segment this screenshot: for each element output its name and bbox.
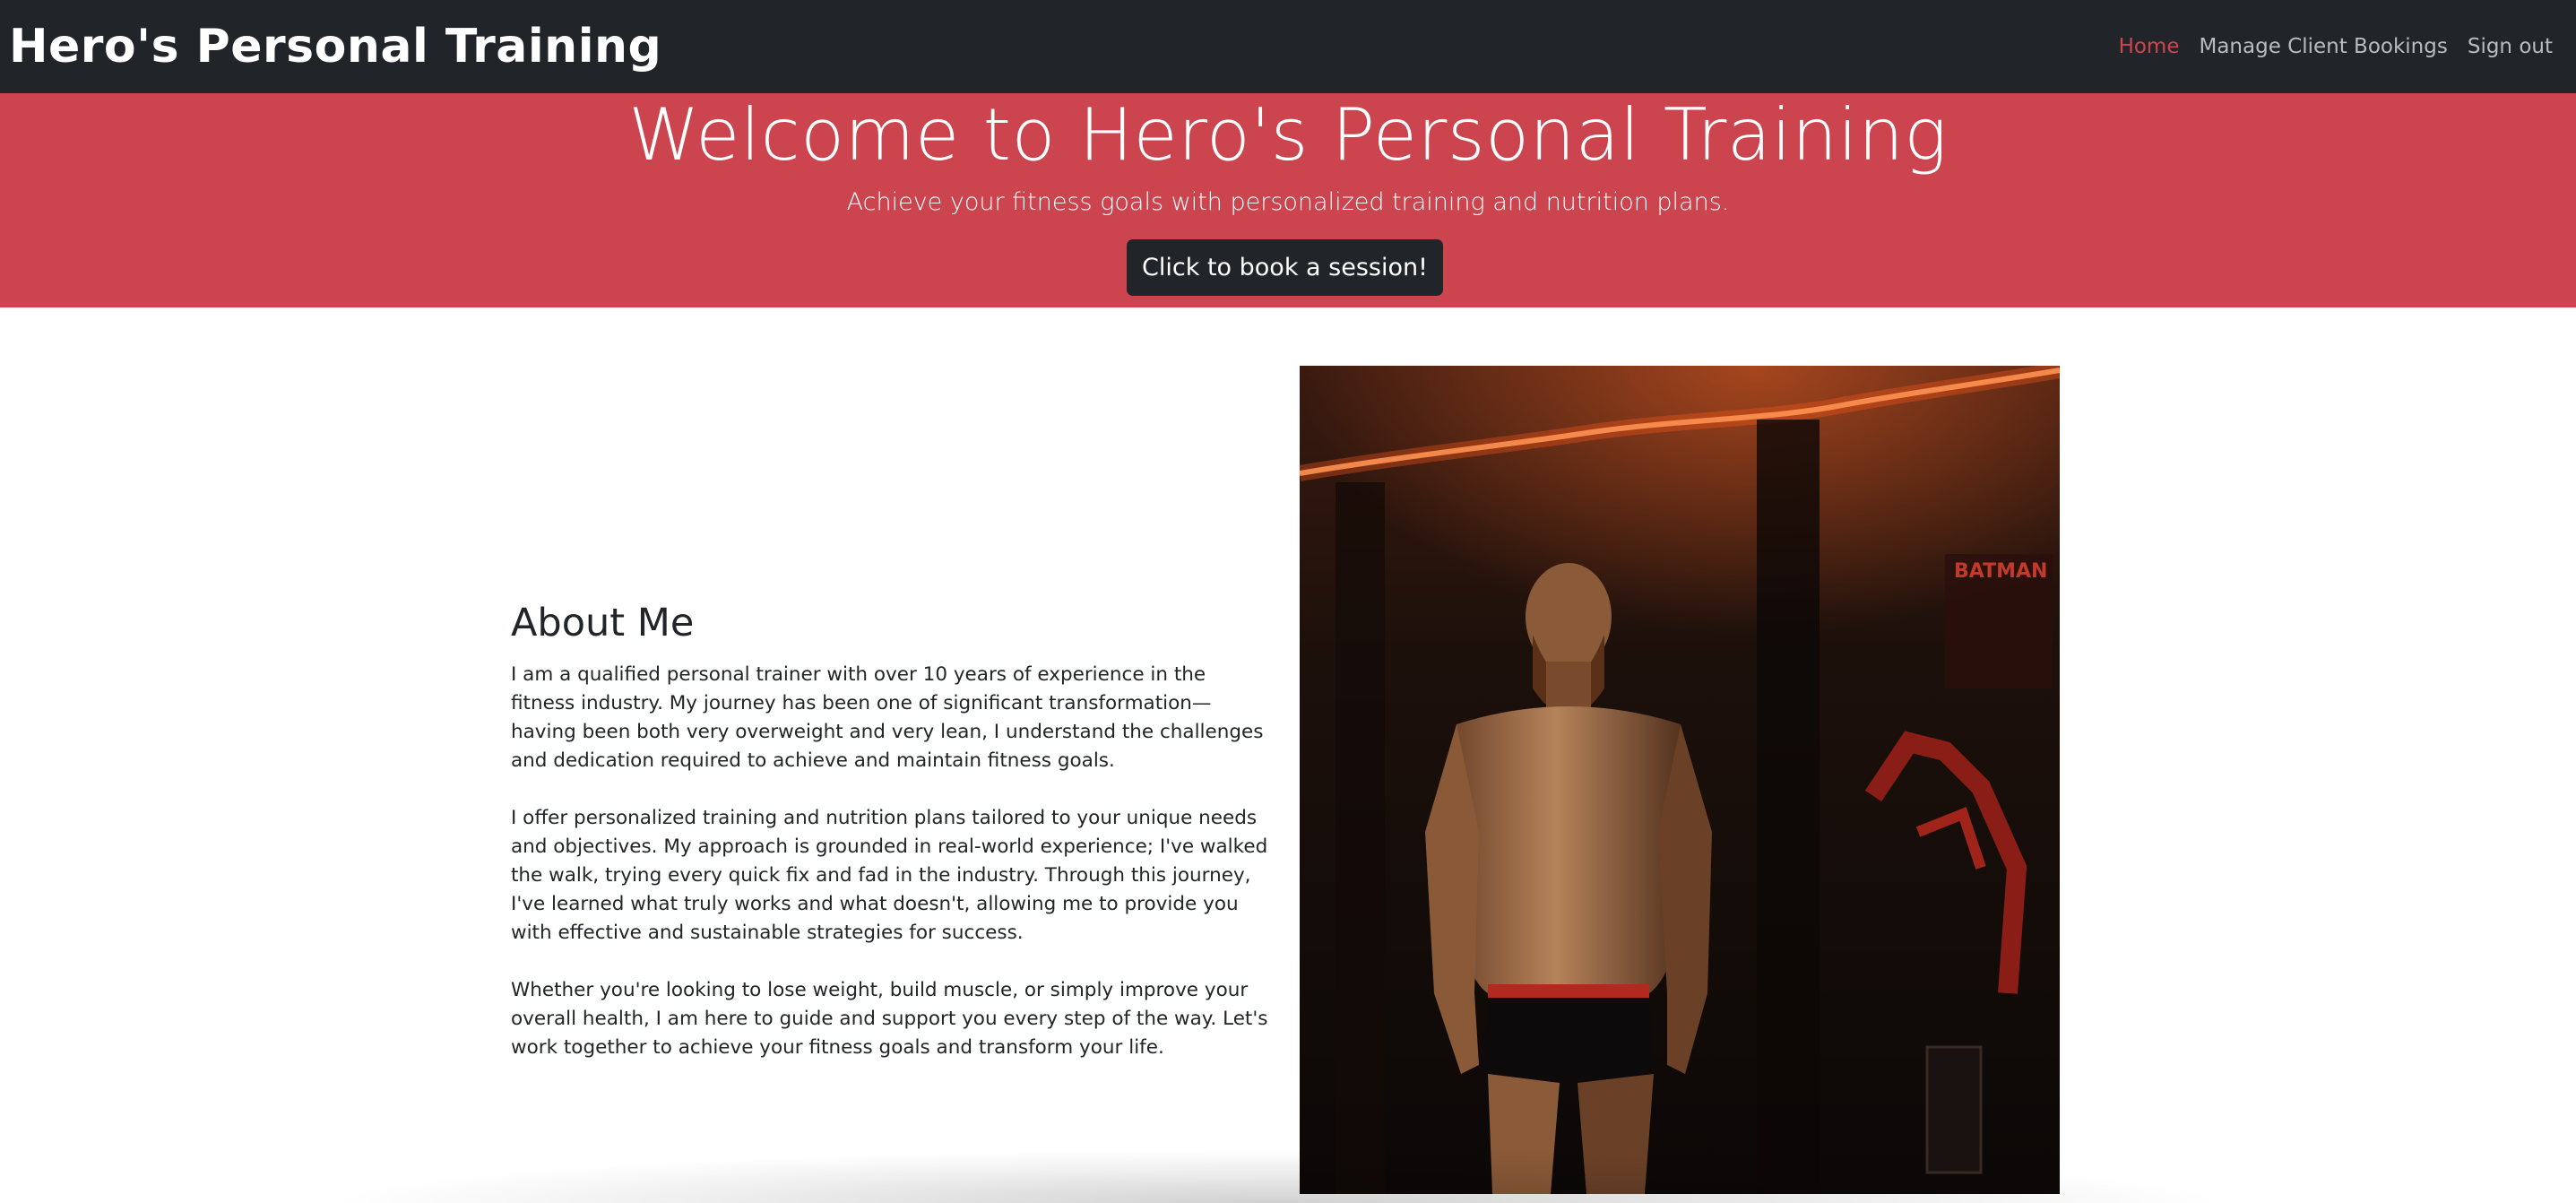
brand-logo-link[interactable]: Hero's Personal Training [0,20,661,74]
about-paragraph: Whether you're looking to lose weight, b… [511,979,1268,1059]
nav-link-sign-out[interactable]: Sign out [2468,35,2553,58]
hero-title: Welcome to Hero's Personal Training [628,93,1948,177]
book-session-button[interactable]: Click to book a session! [1127,239,1443,296]
top-navbar: Hero's Personal Training Home Manage Cli… [0,0,2576,93]
about-section: About Me I am a qualified personal train… [511,596,1273,1091]
hero-subtitle: Achieve your fitness goals with personal… [846,188,1730,216]
nav-links: Home Manage Client Bookings Sign out [2099,35,2576,58]
trainer-photo: BATMAN [1300,366,2060,1194]
hero-banner: Welcome to Hero's Personal Training Achi… [0,93,2576,307]
poster-text: BATMAN [1954,560,2047,583]
about-paragraph: I am a qualified personal trainer with o… [511,663,1264,772]
about-paragraph: I offer personalized training and nutrit… [511,807,1268,944]
nav-link-manage-client-bookings[interactable]: Manage Client Bookings [2199,35,2447,58]
about-title: About Me [511,601,695,645]
nav-link-home[interactable]: Home [2119,35,2180,58]
